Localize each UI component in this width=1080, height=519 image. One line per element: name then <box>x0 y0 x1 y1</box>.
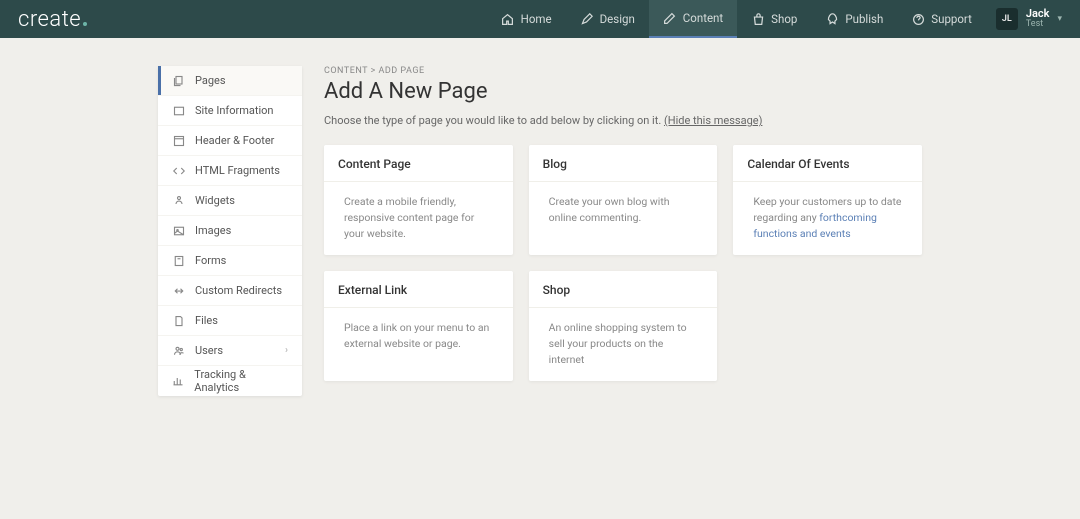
brush-icon <box>580 12 594 26</box>
card-desc: Keep your customers up to date regarding… <box>733 182 922 253</box>
sidebar-item-pages[interactable]: Pages <box>158 66 302 96</box>
main-content: CONTENT > ADD PAGE Add A New Page Choose… <box>324 66 922 381</box>
card-shop[interactable]: Shop An online shopping system to sell y… <box>529 271 718 381</box>
user-menu[interactable]: JL Jack Test ▾ <box>996 8 1062 30</box>
breadcrumb-separator: > <box>371 66 376 76</box>
sidebar-item-header-footer[interactable]: Header & Footer <box>158 126 302 156</box>
intro-text: Choose the type of page you would like t… <box>324 114 664 127</box>
bag-icon <box>751 12 765 26</box>
chart-icon <box>172 375 184 388</box>
sidebar-item-tracking[interactable]: Tracking & Analytics <box>158 366 302 396</box>
users-icon <box>172 344 185 357</box>
card-content-page[interactable]: Content Page Create a mobile friendly, r… <box>324 145 513 255</box>
topbar: create Home Design Content Shop Publish … <box>0 0 1080 38</box>
chevron-down-icon: ▾ <box>1057 14 1062 24</box>
card-title: Calendar Of Events <box>733 145 922 182</box>
sidebar-item-label: Images <box>195 224 231 237</box>
sidebar-item-label: Widgets <box>195 194 235 207</box>
nav-design[interactable]: Design <box>566 0 649 38</box>
card-desc: An online shopping system to sell your p… <box>529 308 718 379</box>
image-icon <box>172 224 185 237</box>
sidebar-item-files[interactable]: Files <box>158 306 302 336</box>
page-type-cards: Content Page Create a mobile friendly, r… <box>324 145 922 381</box>
brand-logo[interactable]: create <box>18 7 87 32</box>
widget-icon <box>172 194 185 207</box>
nav-label: Support <box>931 12 972 26</box>
info-icon <box>172 104 185 117</box>
card-desc: Place a link on your menu to an external… <box>324 308 513 364</box>
sidebar-item-label: Users <box>195 344 223 357</box>
nav-publish[interactable]: Publish <box>811 0 897 38</box>
copy-icon <box>172 74 185 87</box>
card-desc: Create your own blog with online comment… <box>529 182 718 238</box>
sidebar-item-label: Header & Footer <box>195 134 274 147</box>
sidebar-item-html-fragments[interactable]: HTML Fragments <box>158 156 302 186</box>
form-icon <box>172 254 185 267</box>
card-title: External Link <box>324 271 513 308</box>
nav-label: Publish <box>845 12 883 26</box>
sidebar-item-label: Files <box>195 314 218 327</box>
user-meta: Jack Test <box>1026 8 1050 30</box>
sidebar-item-images[interactable]: Images <box>158 216 302 246</box>
card-desc: Create a mobile friendly, responsive con… <box>324 182 513 253</box>
hide-message-link[interactable]: (Hide this message) <box>664 114 762 127</box>
nav-label: Home <box>521 12 552 26</box>
home-icon <box>501 12 515 26</box>
card-title: Content Page <box>324 145 513 182</box>
breadcrumb-current: ADD PAGE <box>379 66 425 76</box>
card-external-link[interactable]: External Link Place a link on your menu … <box>324 271 513 381</box>
help-icon <box>911 12 925 26</box>
edit-icon <box>663 11 677 25</box>
nav-content[interactable]: Content <box>649 0 737 38</box>
layout-icon <box>172 134 185 147</box>
file-icon <box>172 314 185 327</box>
brand-text: create <box>18 7 81 32</box>
sidebar-item-label: Forms <box>195 254 226 267</box>
sidebar: Pages Site Information Header & Footer H… <box>158 66 302 396</box>
sidebar-item-label: Tracking & Analytics <box>194 368 288 394</box>
sidebar-item-site-info[interactable]: Site Information <box>158 96 302 126</box>
page-title: Add A New Page <box>324 79 922 104</box>
nav-label: Content <box>683 11 723 25</box>
nav-home[interactable]: Home <box>487 0 566 38</box>
user-sub: Test <box>1026 20 1050 30</box>
nav-label: Shop <box>771 12 797 26</box>
code-icon <box>172 164 185 177</box>
nav-label: Design <box>600 12 635 26</box>
sidebar-item-label: Custom Redirects <box>195 284 282 297</box>
nav-shop[interactable]: Shop <box>737 0 811 38</box>
sidebar-item-users[interactable]: Users › <box>158 336 302 366</box>
avatar: JL <box>996 8 1018 30</box>
card-calendar[interactable]: Calendar Of Events Keep your customers u… <box>733 145 922 255</box>
page-intro: Choose the type of page you would like t… <box>324 114 922 127</box>
redirect-icon <box>172 284 185 297</box>
sidebar-item-widgets[interactable]: Widgets <box>158 186 302 216</box>
nav-support[interactable]: Support <box>897 0 986 38</box>
card-title: Blog <box>529 145 718 182</box>
sidebar-item-forms[interactable]: Forms <box>158 246 302 276</box>
brand-dot-icon <box>83 22 87 26</box>
breadcrumb-root[interactable]: CONTENT <box>324 66 368 76</box>
sidebar-item-label: Pages <box>195 74 226 87</box>
sidebar-item-label: HTML Fragments <box>195 164 280 177</box>
sidebar-item-custom-redirects[interactable]: Custom Redirects <box>158 276 302 306</box>
card-blog[interactable]: Blog Create your own blog with online co… <box>529 145 718 255</box>
breadcrumb: CONTENT > ADD PAGE <box>324 66 922 76</box>
chevron-right-icon: › <box>285 345 288 356</box>
sidebar-item-label: Site Information <box>195 104 274 117</box>
card-title: Shop <box>529 271 718 308</box>
main-nav: Home Design Content Shop Publish Support <box>487 0 986 38</box>
rocket-icon <box>825 12 839 26</box>
